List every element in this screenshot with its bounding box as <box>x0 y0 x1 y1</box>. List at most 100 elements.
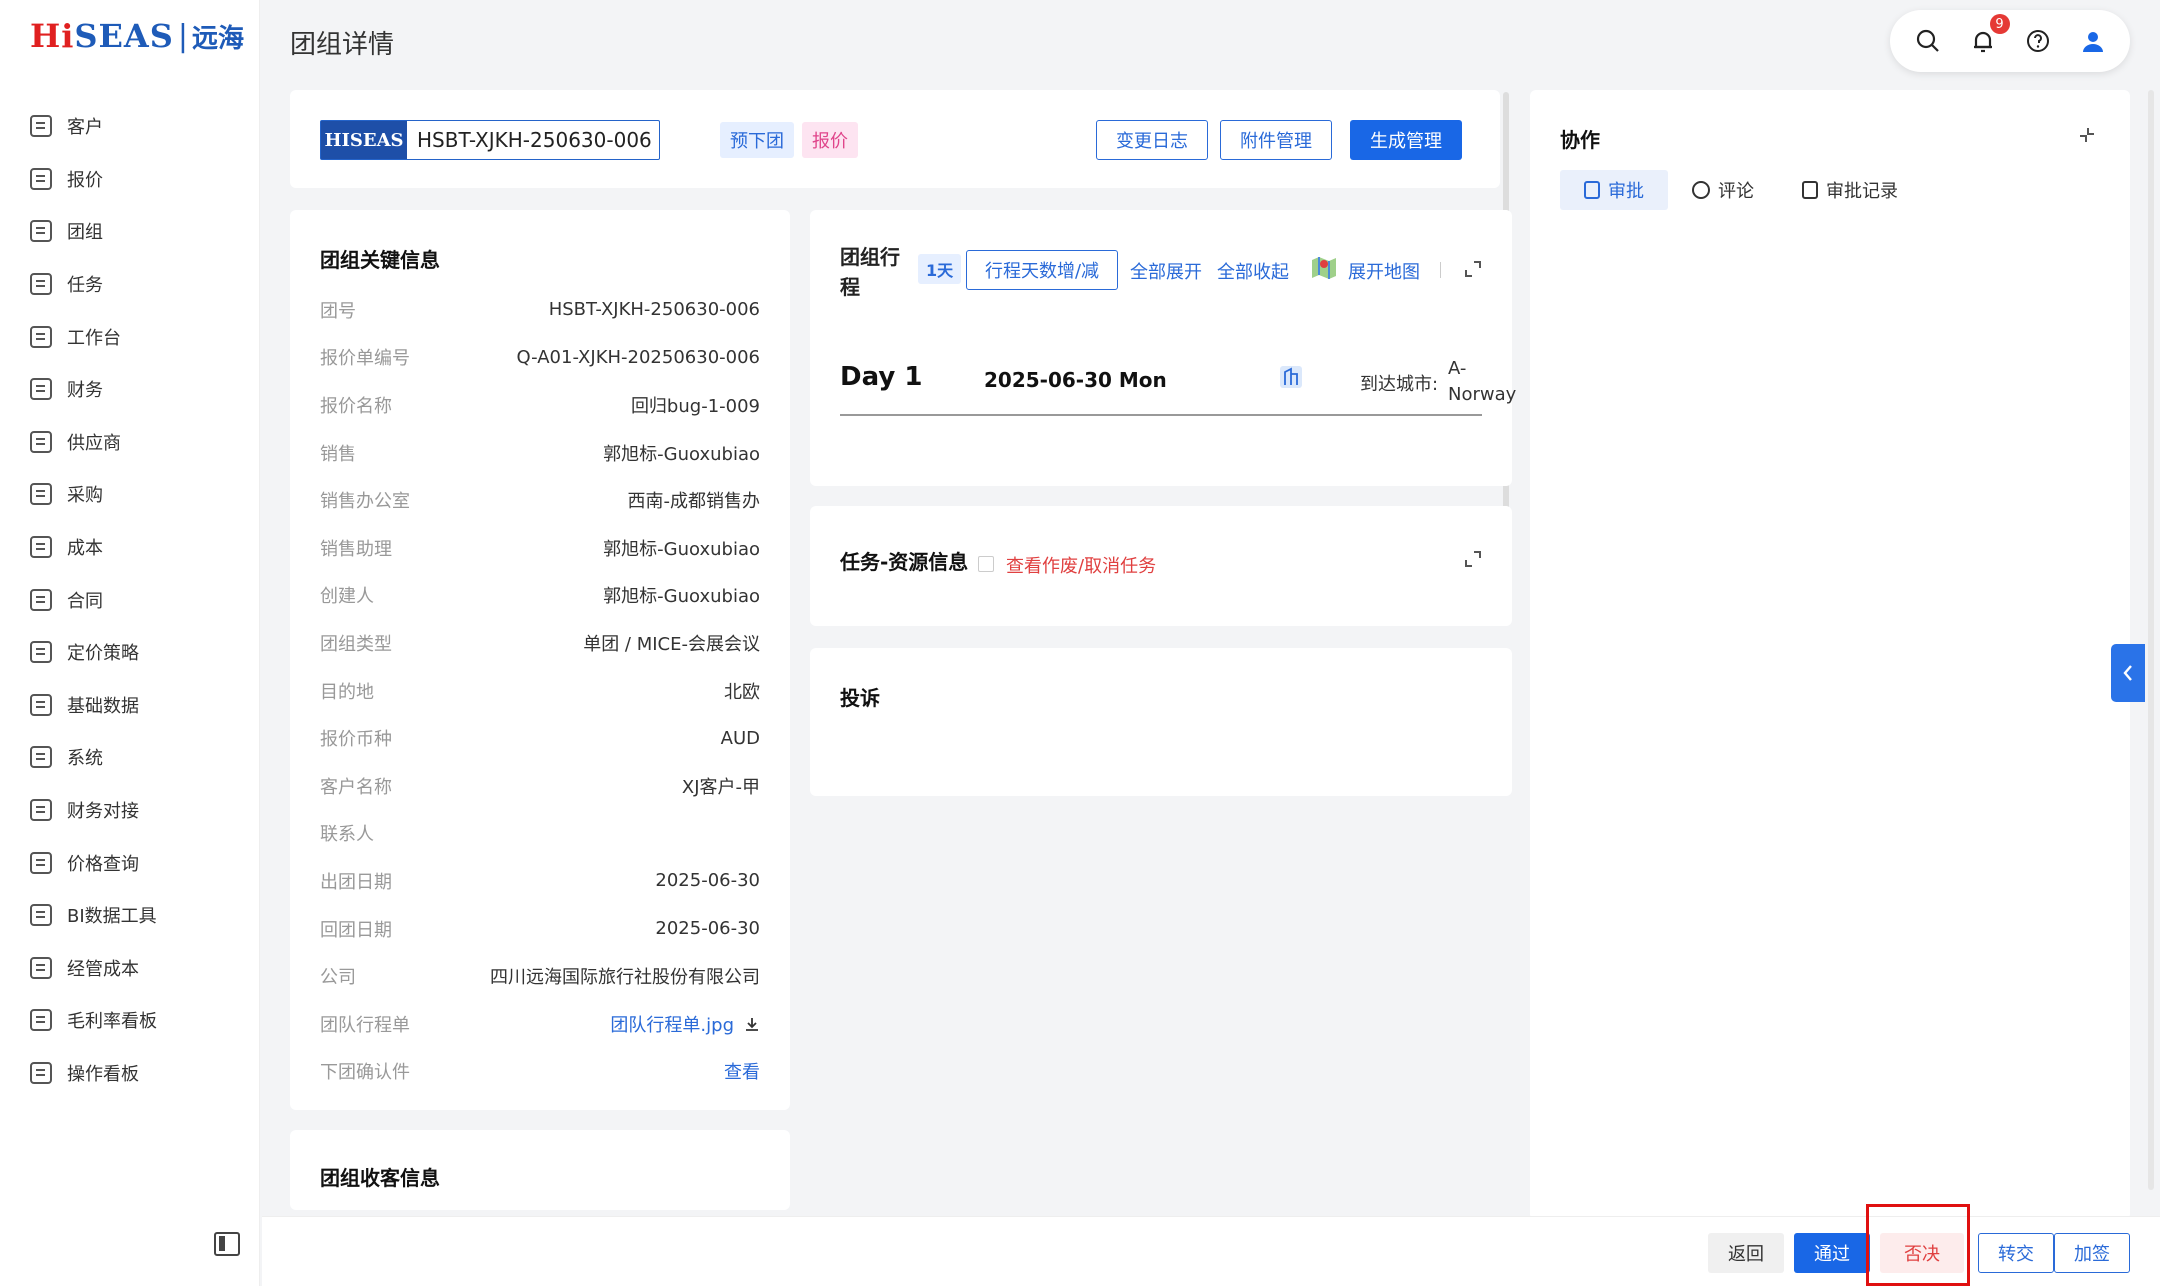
comment-icon <box>1692 181 1710 199</box>
collaboration-panel: 协作 审批 评论 审批记录 <box>1530 90 2130 1220</box>
itinerary-day-row[interactable]: Day 1 2025-06-30 Mon 到达城市: A-Norway <box>840 350 1516 416</box>
group-code: HSBT-XJKH-250630-006 <box>417 128 652 152</box>
base-data-icon <box>30 693 52 716</box>
collapse-all-link[interactable]: 全部收起 <box>1217 258 1289 284</box>
itinerary-file-link[interactable]: 团队行程单.jpg <box>610 1011 760 1037</box>
countersign-button[interactable]: 加签 <box>2054 1233 2130 1273</box>
panel-toggle-handle[interactable] <box>2111 644 2145 702</box>
search-icon[interactable] <box>1911 24 1945 58</box>
sidebar-item-14[interactable]: 价格查询 <box>0 836 260 889</box>
hotel-icon[interactable] <box>1278 364 1304 390</box>
fullscreen-icon[interactable] <box>1464 550 1482 568</box>
info-label: 团队行程单 <box>320 1014 410 1036</box>
contract-icon <box>30 588 52 611</box>
sidebar-item-0[interactable]: 客户 <box>0 100 260 153</box>
sidebar-nav: 客户 报价团组任务 工作台 财务 供应商采购成本 合同 定价策略 基础数据 系统财务对接价格查询… <box>0 100 260 1099</box>
sidebar-item-9[interactable]: 合同 <box>0 573 260 626</box>
transfer-button[interactable]: 转交 <box>1978 1233 2054 1273</box>
info-value: 郭旭标-Guoxubiao <box>603 586 760 608</box>
info-value: 四川远海国际旅行社股份有限公司 <box>490 967 760 989</box>
changelog-button[interactable]: 变更日志 <box>1096 120 1208 160</box>
cancelled-tasks-link[interactable]: 查看作废/取消任务 <box>1006 552 1156 578</box>
view-confirmation-link[interactable]: 查看 <box>724 1058 760 1084</box>
approve-button[interactable]: 通过 <box>1794 1233 1870 1273</box>
sidebar-item-label: 采购 <box>67 485 103 507</box>
tab-approval[interactable]: 审批 <box>1560 170 1668 210</box>
minimize-icon[interactable] <box>2078 126 2096 144</box>
info-row: 销售助理 郭旭标-Guoxubiao <box>320 524 760 572</box>
sidebar-item-7[interactable]: 采购 <box>0 468 260 521</box>
sidebar-collapse-icon[interactable] <box>214 1232 240 1256</box>
adjust-days-button[interactable]: 行程天数增/减 <box>966 250 1118 290</box>
sidebar-item-3[interactable]: 任务 <box>0 258 260 311</box>
bell-icon[interactable]: 9 <box>1966 14 2010 58</box>
info-value: XJ客户-甲 <box>681 776 760 798</box>
sidebar-item-17[interactable]: 毛利率看板 <box>0 994 260 1047</box>
show-cancelled-checkbox[interactable] <box>978 556 994 572</box>
info-row: 团号 HSBT-XJKH-250630-006 <box>320 286 760 334</box>
cost-icon <box>30 536 52 559</box>
key-info-list: 团号 HSBT-XJKH-250630-006 报价单编号 Q-A01-XJKH-20… <box>320 286 760 1095</box>
key-info-title: 团组关键信息 <box>320 248 440 272</box>
receive-info-card: 团组收客信息 <box>290 1130 790 1210</box>
itinerary-title: 团组行程 <box>840 245 900 299</box>
info-row: 客户名称 XJ客户-甲 <box>320 762 760 810</box>
notification-badge: 9 <box>1989 14 2010 34</box>
sidebar-item-5[interactable]: 财务 <box>0 363 260 416</box>
sidebar-item-10[interactable]: 定价策略 <box>0 626 260 679</box>
brand-logo[interactable]: HiSEAS | 远海 <box>30 14 244 58</box>
complaint-title: 投诉 <box>840 686 880 710</box>
info-row: 联系人 <box>320 810 760 858</box>
sidebar-item-12[interactable]: 系统 <box>0 731 260 784</box>
fullscreen-icon[interactable] <box>1464 260 1482 278</box>
tab-approval-history[interactable]: 审批记录 <box>1778 170 1922 210</box>
status-badge-pre: 预下团 <box>720 122 794 158</box>
sidebar-item-4[interactable]: 工作台 <box>0 310 260 363</box>
sidebar-item-13[interactable]: 财务对接 <box>0 784 260 837</box>
arrival-city-label: 到达城市: <box>1360 374 1439 395</box>
sidebar-item-18[interactable]: 操作看板 <box>0 1047 260 1100</box>
receive-info-title: 团组收客信息 <box>320 1166 440 1190</box>
info-label: 团号 <box>320 300 356 322</box>
tab-comments[interactable]: 评论 <box>1668 170 1778 210</box>
ops-board-icon <box>30 1061 52 1084</box>
back-button[interactable]: 返回 <box>1708 1233 1784 1273</box>
sidebar-item-label: 团组 <box>67 222 103 244</box>
info-value: Q-A01-XJKH-20250630-006 <box>516 346 760 368</box>
info-value: AUD <box>720 727 760 749</box>
key-info-card: 团组关键信息 团号 HSBT-XJKH-250630-006 报价单编号 Q-A01-… <box>290 210 790 1110</box>
map-icon[interactable] <box>1310 254 1338 282</box>
status-badge-quote: 报价 <box>802 122 858 158</box>
open-map-link[interactable]: 展开地图 <box>1348 258 1420 284</box>
info-value: 西南-成都销售办 <box>627 491 761 513</box>
task-resource-card: 任务-资源信息 查看作废/取消任务 <box>810 506 1512 626</box>
workbench-icon <box>30 325 52 348</box>
sidebar-item-16[interactable]: 经管成本 <box>0 942 260 995</box>
itinerary-card: 团组行程 1天 行程天数增/减 全部展开 全部收起 展开地图 Day 1 202… <box>810 210 1516 486</box>
finance-link-icon <box>30 799 52 822</box>
help-icon[interactable] <box>2021 24 2055 58</box>
info-row: 公司 四川远海国际旅行社股份有限公司 <box>320 952 760 1000</box>
info-label: 客户名称 <box>320 776 392 798</box>
group-icon <box>30 220 52 243</box>
sidebar-item-8[interactable]: 成本 <box>0 521 260 574</box>
price-search-icon <box>30 851 52 874</box>
sidebar-item-6[interactable]: 供应商 <box>0 416 260 469</box>
right-scrollbar[interactable] <box>2148 90 2154 1190</box>
task-resource-title: 任务-资源信息 <box>840 550 969 574</box>
info-row: 目的地 北欧 <box>320 667 760 715</box>
info-row: 报价单编号 Q-A01-XJKH-20250630-006 <box>320 334 760 382</box>
sidebar-item-11[interactable]: 基础数据 <box>0 679 260 732</box>
generate-button[interactable]: 生成管理 <box>1350 120 1462 160</box>
sidebar-item-label: 财务对接 <box>67 801 139 823</box>
info-value: 郭旭标-Guoxubiao <box>603 538 760 560</box>
expand-all-link[interactable]: 全部展开 <box>1130 258 1202 284</box>
sidebar-item-label: BI数据工具 <box>67 906 157 928</box>
attachments-button[interactable]: 附件管理 <box>1220 120 1332 160</box>
sidebar-item-1[interactable]: 报价 <box>0 153 260 206</box>
info-value: 单团 / MICE-会展会议 <box>583 633 760 655</box>
info-value: 郭旭标-Guoxubiao <box>603 443 760 465</box>
sidebar-item-2[interactable]: 团组 <box>0 205 260 258</box>
avatar-icon[interactable] <box>2076 24 2110 58</box>
sidebar-item-15[interactable]: BI数据工具 <box>0 889 260 942</box>
